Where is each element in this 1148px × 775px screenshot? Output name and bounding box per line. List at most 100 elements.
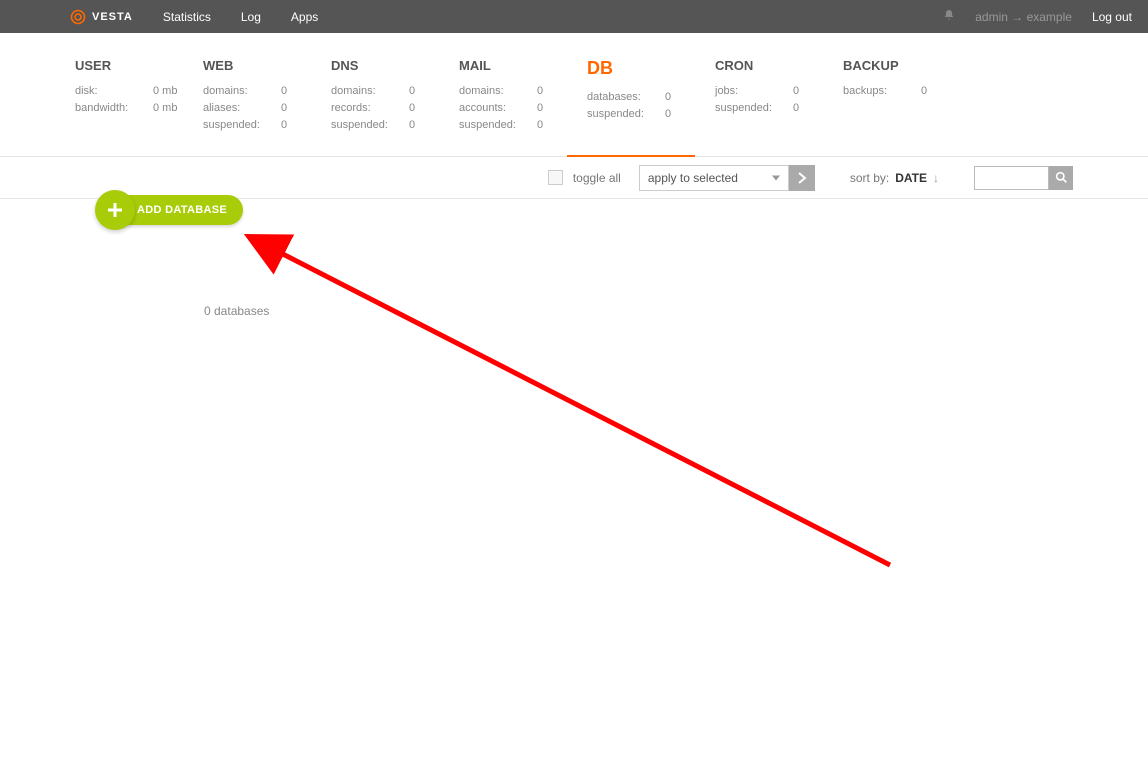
stat-row: backups:0 xyxy=(843,85,971,97)
stat-row: aliases:0 xyxy=(203,102,331,114)
tab-title: DNS xyxy=(331,58,459,73)
stat-row: suspended:0 xyxy=(715,102,843,114)
tab-stats: domains:0records:0suspended:0 xyxy=(331,85,459,131)
stat-value: 0 xyxy=(401,85,415,97)
stat-value: 0 xyxy=(401,102,415,114)
stat-key: suspended: xyxy=(587,108,657,120)
tab-title: BACKUP xyxy=(843,58,971,73)
stat-value: 0 mb xyxy=(145,85,177,97)
main-tabs: USERdisk:0 mbbandwidth:0 mbWEBdomains:0a… xyxy=(0,33,1148,157)
nav-apps[interactable]: Apps xyxy=(291,10,318,24)
search-button[interactable] xyxy=(1049,166,1073,190)
stat-value: 0 xyxy=(529,119,543,131)
user-path[interactable]: admin → example xyxy=(975,10,1072,24)
tab-cron[interactable]: CRONjobs:0suspended:0 xyxy=(715,58,843,156)
stat-row: suspended:0 xyxy=(331,119,459,131)
stat-value: 0 xyxy=(273,85,287,97)
stat-value: 0 xyxy=(401,119,415,131)
add-database-label: ADD DATABASE xyxy=(137,204,227,216)
stat-key: suspended: xyxy=(459,119,529,131)
stat-key: suspended: xyxy=(331,119,401,131)
tab-title: CRON xyxy=(715,58,843,73)
chevron-down-icon xyxy=(772,175,780,180)
tab-stats: domains:0aliases:0suspended:0 xyxy=(203,85,331,131)
tab-title: MAIL xyxy=(459,58,587,73)
tab-mail[interactable]: MAILdomains:0accounts:0suspended:0 xyxy=(459,58,587,156)
stat-value: 0 xyxy=(529,85,543,97)
tab-title: WEB xyxy=(203,58,331,73)
stat-row: records:0 xyxy=(331,102,459,114)
stat-key: jobs: xyxy=(715,85,785,97)
stat-key: suspended: xyxy=(715,102,785,114)
stat-key: aliases: xyxy=(203,102,273,114)
tab-stats: domains:0accounts:0suspended:0 xyxy=(459,85,587,131)
top-links: Statistics Log Apps xyxy=(163,10,318,24)
bulk-action-value: apply to selected xyxy=(648,171,738,185)
tab-dns[interactable]: DNSdomains:0records:0suspended:0 xyxy=(331,58,459,156)
stat-value: 0 xyxy=(273,102,287,114)
stat-row: disk:0 mb xyxy=(75,85,203,97)
stat-value: 0 mb xyxy=(145,102,177,114)
topbar-right: admin → example Log out xyxy=(943,9,1132,24)
sort-by-label: sort by: xyxy=(850,171,889,185)
bulk-action-go-button[interactable] xyxy=(789,165,815,191)
tab-user[interactable]: USERdisk:0 mbbandwidth:0 mb xyxy=(75,58,203,156)
stat-key: bandwidth: xyxy=(75,102,145,114)
bulk-action-select[interactable]: apply to selected xyxy=(639,165,789,191)
stat-value: 0 xyxy=(273,119,287,131)
db-count-text: 0 databases xyxy=(204,304,269,318)
toggle-all-label: toggle all xyxy=(573,171,621,185)
tab-db[interactable]: DBdatabases:0suspended:0 xyxy=(587,58,715,156)
chevron-right-icon xyxy=(797,172,807,184)
stat-key: backups: xyxy=(843,85,913,97)
stat-row: suspended:0 xyxy=(587,108,715,120)
tab-web[interactable]: WEBdomains:0aliases:0suspended:0 xyxy=(203,58,331,156)
tab-stats: disk:0 mbbandwidth:0 mb xyxy=(75,85,203,114)
nav-log[interactable]: Log xyxy=(241,10,261,24)
stat-row: suspended:0 xyxy=(203,119,331,131)
stat-row: domains:0 xyxy=(459,85,587,97)
brand-text: VESTA xyxy=(92,11,133,23)
tab-backup[interactable]: BACKUP backups:0 xyxy=(843,58,971,156)
stat-key: records: xyxy=(331,102,401,114)
stat-value: 0 xyxy=(657,108,671,120)
stat-key: suspended: xyxy=(203,119,273,131)
stat-row: databases:0 xyxy=(587,91,715,103)
brand-logo[interactable]: VESTA xyxy=(70,9,133,25)
bulk-action: apply to selected xyxy=(639,165,815,191)
sort-direction-icon: ↓ xyxy=(933,171,939,185)
tab-stats: databases:0suspended:0 xyxy=(587,91,715,120)
tab-title: DB xyxy=(587,58,715,79)
vesta-logo-icon xyxy=(70,9,86,25)
stat-value: 0 xyxy=(657,91,671,103)
plus-icon xyxy=(95,190,135,230)
stat-value: 0 xyxy=(913,85,927,97)
toggle-all[interactable]: toggle all xyxy=(548,170,621,185)
add-database-button[interactable]: ADD DATABASE xyxy=(99,195,243,225)
stat-key: domains: xyxy=(331,85,401,97)
stat-key: domains: xyxy=(203,85,273,97)
sort-by[interactable]: sort by: DATE ↓ xyxy=(850,171,939,185)
bell-icon[interactable] xyxy=(943,9,955,24)
logout-link[interactable]: Log out xyxy=(1092,10,1132,24)
stat-value: 0 xyxy=(785,85,799,97)
stat-key: databases: xyxy=(587,91,657,103)
stat-value: 0 xyxy=(529,102,543,114)
sort-field: DATE xyxy=(895,171,927,185)
tab-title: USER xyxy=(75,58,203,73)
search-input[interactable] xyxy=(974,166,1049,190)
stat-key: domains: xyxy=(459,85,529,97)
toggle-all-checkbox[interactable] xyxy=(548,170,563,185)
stat-key: disk: xyxy=(75,85,145,97)
stat-row: bandwidth:0 mb xyxy=(75,102,203,114)
tab-stats: jobs:0suspended:0 xyxy=(715,85,843,114)
stat-key: accounts: xyxy=(459,102,529,114)
nav-statistics[interactable]: Statistics xyxy=(163,10,211,24)
stat-row: jobs:0 xyxy=(715,85,843,97)
tab-stats: backups:0 xyxy=(843,85,971,97)
search xyxy=(974,166,1073,190)
topbar: VESTA Statistics Log Apps admin → exampl… xyxy=(0,0,1148,33)
stat-row: accounts:0 xyxy=(459,102,587,114)
stat-row: domains:0 xyxy=(331,85,459,97)
stat-value: 0 xyxy=(785,102,799,114)
